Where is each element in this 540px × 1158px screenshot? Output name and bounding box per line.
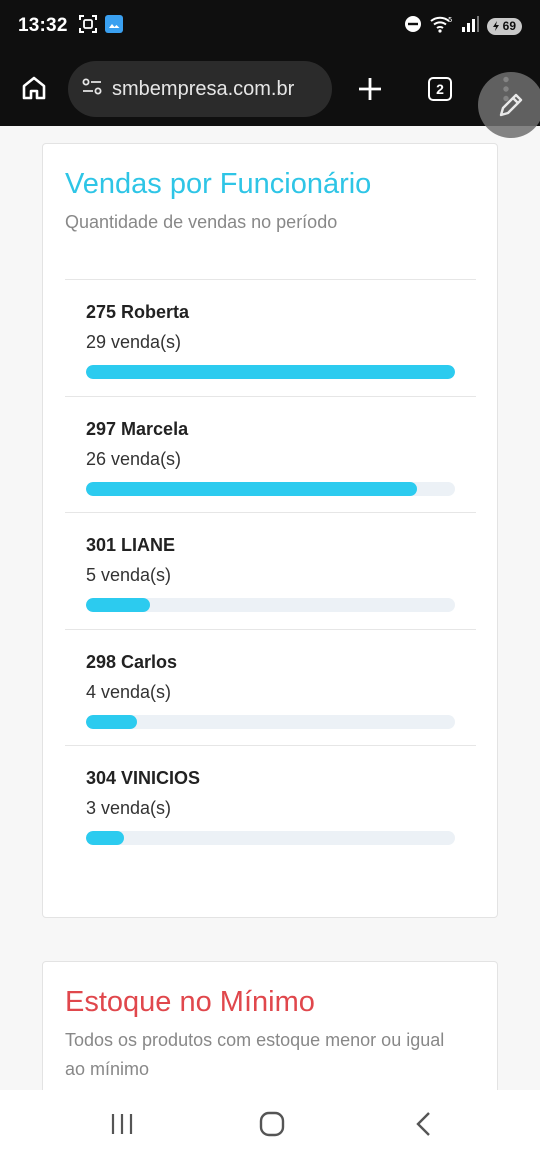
progress-track: [86, 831, 455, 845]
sales-card-subtitle: Quantidade de vendas no período: [65, 212, 338, 232]
sales-row: 304 VINICIOS 3 venda(s): [65, 746, 476, 863]
edit-pencil-icon: [499, 93, 523, 117]
sales-row: 301 LIANE 5 venda(s): [65, 513, 476, 630]
sales-list: 275 Roberta 29 venda(s) 297 Marcela 26 v…: [65, 279, 476, 863]
system-home-button[interactable]: [250, 1104, 294, 1144]
status-time: 13:32: [18, 15, 68, 36]
sales-card-title: Vendas por Funcionário: [65, 168, 372, 200]
sales-row: 275 Roberta 29 venda(s): [65, 280, 476, 397]
wifi-icon: 5: [429, 15, 453, 38]
status-right-icons: 5 69: [404, 15, 522, 38]
progress-fill: [86, 714, 137, 729]
progress-fill: [86, 598, 150, 612]
site-info-icon[interactable]: [80, 75, 104, 104]
employee-name: 301 LIANE: [86, 535, 176, 555]
home-icon: [22, 76, 46, 100]
progress-track: [86, 365, 455, 379]
battery-icon: 69: [486, 17, 522, 35]
app-root: 13:32 5 69 smbempresa.com.br 2 Vendas po…: [0, 0, 540, 1158]
progress-track: [86, 598, 455, 612]
sales-count: 26 venda(s): [86, 448, 182, 469]
status-left-icons: [78, 14, 124, 39]
progress-fill: [86, 481, 417, 496]
gallery-icon: [104, 14, 124, 39]
page-content: Vendas por Funcionário Quantidade de ven…: [0, 126, 540, 1090]
do-not-disturb-icon: [404, 15, 422, 38]
home-circle-icon: [259, 1111, 285, 1137]
sales-count: 5 venda(s): [86, 565, 172, 585]
plus-icon: [359, 78, 381, 100]
progress-track: [86, 714, 455, 729]
sales-count: 29 venda(s): [86, 332, 182, 352]
browser-toolbar: smbempresa.com.br 2: [0, 52, 540, 126]
recent-apps-button[interactable]: [100, 1104, 144, 1144]
tabs-icon: 2: [428, 77, 452, 101]
screenshot-icon: [78, 14, 98, 39]
system-nav-bar: [0, 1090, 540, 1158]
stock-card: Estoque no Mínimo Todos os produtos com …: [42, 961, 498, 1090]
progress-track: [86, 481, 455, 496]
recent-apps-icon: [111, 1114, 133, 1134]
battery-level: 69: [502, 19, 516, 33]
signal-icon: [460, 15, 480, 38]
status-bar: 13:32 5 69: [0, 0, 540, 52]
url-text: smbempresa.com.br: [112, 77, 295, 100]
sales-count: 4 venda(s): [86, 681, 172, 702]
url-bar[interactable]: smbempresa.com.br: [68, 61, 332, 117]
svg-text:5: 5: [448, 16, 452, 24]
system-back-button[interactable]: [402, 1104, 446, 1144]
employee-name: 298 Carlos: [86, 651, 178, 672]
home-button[interactable]: [14, 68, 54, 108]
employee-name: 275 Roberta: [86, 302, 190, 322]
employee-name: 297 Marcela: [86, 418, 189, 439]
stock-card-title: Estoque no Mínimo: [65, 986, 315, 1018]
progress-fill: [86, 831, 125, 845]
progress-fill: [86, 365, 455, 379]
sales-count: 3 venda(s): [86, 798, 172, 818]
sales-row: 298 Carlos 4 venda(s): [65, 630, 476, 746]
stock-card-subtitle: Todos os produtos com estoque menor ou i…: [65, 1030, 445, 1079]
back-icon: [416, 1112, 430, 1136]
tabs-button[interactable]: 2: [420, 69, 460, 109]
edit-button[interactable]: [478, 72, 540, 138]
sales-row: 297 Marcela 26 venda(s): [65, 397, 476, 513]
sales-card: Vendas por Funcionário Quantidade de ven…: [42, 143, 498, 918]
employee-name: 304 VINICIOS: [86, 768, 201, 788]
new-tab-button[interactable]: [350, 69, 390, 109]
